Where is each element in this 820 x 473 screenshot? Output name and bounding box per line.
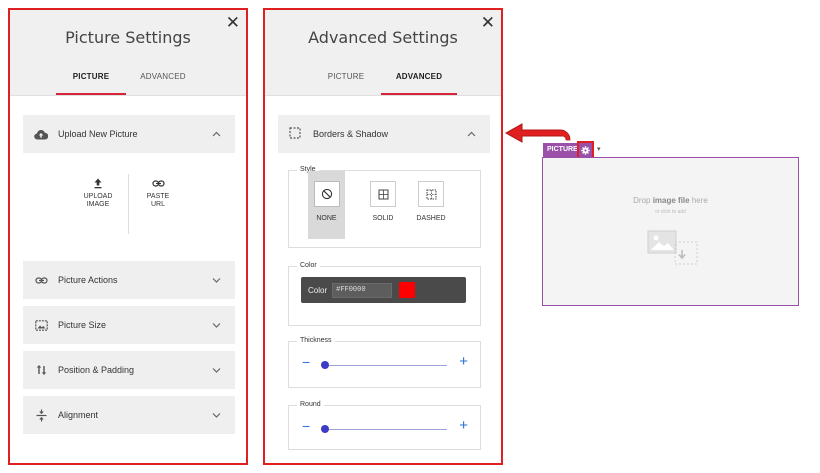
link-icon bbox=[128, 178, 188, 189]
drop-bold: image file bbox=[652, 196, 690, 205]
style-dashed-option[interactable]: DASHED bbox=[413, 181, 449, 222]
border-dashed-icon bbox=[289, 127, 303, 141]
paste-label-2: URL bbox=[150, 201, 165, 208]
style-solid-label: SOLID bbox=[372, 215, 394, 222]
section-upload-new-picture[interactable]: Upload New Picture bbox=[23, 115, 235, 153]
section-borders-shadow[interactable]: Borders & Shadow bbox=[278, 115, 490, 153]
picture-settings-panel: Picture Settings ✕ PICTURE ADVANCED Uplo… bbox=[8, 8, 248, 465]
round-legend: Round bbox=[297, 401, 324, 408]
section-label: Picture Actions bbox=[58, 275, 118, 285]
image-placeholder-icon bbox=[647, 230, 698, 265]
section-picture-size[interactable]: Picture Size bbox=[23, 306, 235, 344]
section-label: Borders & Shadow bbox=[313, 129, 389, 139]
style-fieldset: Style NONE SOLID DASHED bbox=[288, 166, 481, 248]
thickness-increase-button[interactable]: + bbox=[459, 353, 468, 370]
tab-advanced[interactable]: ADVANCED bbox=[381, 67, 457, 95]
color-label: Color bbox=[308, 285, 328, 295]
chevron-up-icon bbox=[467, 131, 476, 137]
panel-title: Picture Settings bbox=[65, 28, 191, 47]
color-fieldset: Color Color #FF0000 bbox=[288, 262, 481, 326]
style-dashed-label: DASHED bbox=[416, 215, 446, 222]
color-picker: Color #FF0000 bbox=[301, 277, 466, 303]
close-button[interactable]: ✕ bbox=[481, 14, 495, 31]
drop-prefix: Drop bbox=[633, 196, 653, 205]
widget-dropdown-caret[interactable]: ▾ bbox=[597, 145, 601, 153]
border-dashed-icon bbox=[418, 181, 444, 207]
picture-widget-chip[interactable]: PICTURE bbox=[543, 143, 578, 157]
border-solid-icon bbox=[370, 181, 396, 207]
pointer-arrow-icon bbox=[504, 123, 571, 143]
image-size-icon bbox=[34, 318, 48, 332]
panel-title: Advanced Settings bbox=[308, 28, 458, 47]
section-position-padding[interactable]: Position & Padding bbox=[23, 351, 235, 389]
chevron-down-icon bbox=[212, 412, 221, 418]
close-button[interactable]: ✕ bbox=[226, 14, 240, 31]
chevron-down-icon bbox=[212, 367, 221, 373]
align-vertical-icon bbox=[34, 408, 48, 422]
round-slider: − + bbox=[299, 417, 471, 436]
color-hex-input[interactable]: #FF0000 bbox=[332, 282, 393, 298]
slider-thumb[interactable] bbox=[321, 361, 329, 369]
color-legend: Color bbox=[297, 262, 320, 269]
chevron-up-icon bbox=[212, 131, 221, 137]
paste-label: PASTE bbox=[146, 193, 170, 200]
upload-label-2: IMAGE bbox=[86, 201, 110, 208]
section-label: Picture Size bbox=[58, 320, 107, 330]
tab-picture[interactable]: PICTURE bbox=[56, 67, 126, 95]
slider-thumb[interactable] bbox=[321, 425, 329, 433]
panel-header: Picture Settings ✕ PICTURE ADVANCED bbox=[10, 10, 246, 96]
thickness-slider: − + bbox=[299, 353, 471, 372]
style-none-label: NONE bbox=[316, 215, 337, 222]
link-icon bbox=[34, 273, 48, 287]
upload-icon bbox=[68, 178, 128, 189]
none-icon bbox=[313, 181, 340, 207]
drop-suffix: here bbox=[689, 196, 708, 205]
section-picture-actions[interactable]: Picture Actions bbox=[23, 261, 235, 299]
drop-zone-title: Drop image file here bbox=[543, 196, 798, 205]
picture-drop-zone[interactable]: Drop image file here or click to add bbox=[542, 157, 799, 306]
color-swatch[interactable] bbox=[399, 282, 416, 298]
tab-picture[interactable]: PICTURE bbox=[311, 67, 381, 95]
tab-bar: PICTURE ADVANCED bbox=[265, 67, 501, 95]
style-none-option[interactable]: NONE bbox=[308, 171, 345, 239]
upload-label: UPLOAD bbox=[83, 193, 113, 200]
upload-image-button[interactable]: UPLOAD IMAGE bbox=[68, 178, 128, 209]
slider-track[interactable] bbox=[322, 429, 447, 430]
section-label: Position & Padding bbox=[58, 365, 135, 375]
slider-track[interactable] bbox=[322, 365, 447, 366]
thickness-legend: Thickness bbox=[297, 337, 335, 344]
gear-icon bbox=[581, 145, 590, 155]
cloud-upload-icon bbox=[34, 127, 48, 141]
paste-url-button[interactable]: PASTE URL bbox=[128, 178, 188, 209]
section-label: Upload New Picture bbox=[58, 129, 138, 139]
chevron-down-icon bbox=[212, 277, 221, 283]
round-increase-button[interactable]: + bbox=[459, 417, 468, 434]
thickness-decrease-button[interactable]: − bbox=[302, 354, 310, 370]
chevron-down-icon bbox=[212, 322, 221, 328]
round-decrease-button[interactable]: − bbox=[302, 418, 310, 434]
section-label: Alignment bbox=[58, 410, 99, 420]
round-fieldset: Round − + bbox=[288, 401, 481, 450]
advanced-settings-panel: Advanced Settings ✕ PICTURE ADVANCED Bor… bbox=[263, 8, 503, 465]
tab-bar: PICTURE ADVANCED bbox=[10, 67, 246, 95]
arrows-updown-icon bbox=[34, 363, 48, 377]
panel-header: Advanced Settings ✕ PICTURE ADVANCED bbox=[265, 10, 501, 96]
style-solid-option[interactable]: SOLID bbox=[365, 181, 401, 222]
upload-options: UPLOAD IMAGE PASTE URL bbox=[23, 170, 235, 244]
drop-zone-subtitle: or click to add bbox=[655, 209, 686, 215]
thickness-fieldset: Thickness − + bbox=[288, 337, 481, 388]
section-alignment[interactable]: Alignment bbox=[23, 396, 235, 434]
tab-advanced[interactable]: ADVANCED bbox=[128, 67, 198, 95]
